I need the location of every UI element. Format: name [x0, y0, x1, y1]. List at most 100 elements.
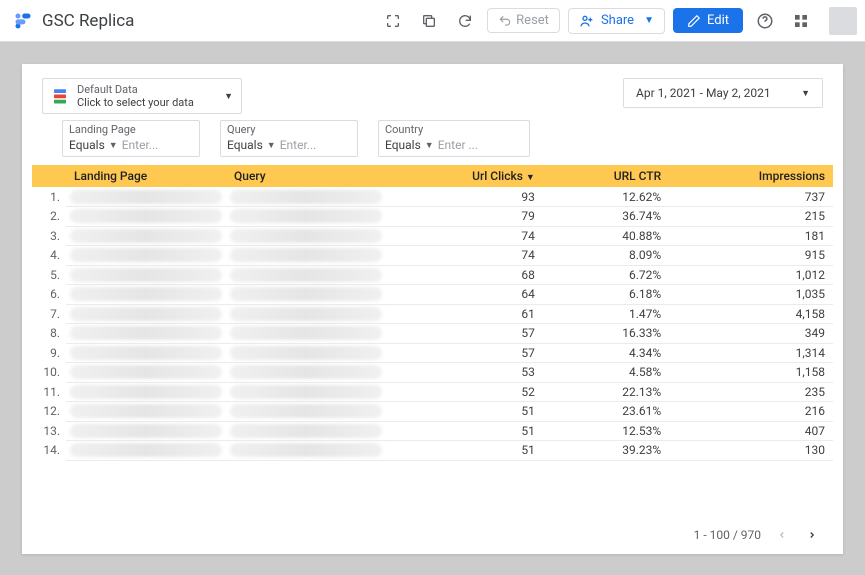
cell-impressions: 1,012: [669, 265, 833, 285]
cell-url-ctr: 6.18%: [543, 285, 669, 305]
row-index: 7.: [32, 304, 66, 324]
cell-landing-page: [66, 246, 226, 266]
edit-label: Edit: [707, 13, 729, 28]
cell-impressions: 407: [669, 421, 833, 441]
table-row[interactable]: 7.611.47%4,158: [32, 304, 833, 324]
filter-landing-page[interactable]: Landing Page Equals▼ Enter...: [62, 120, 200, 157]
row-index: 13.: [32, 421, 66, 441]
cell-url-clicks: 64: [386, 285, 543, 305]
pager-next-button[interactable]: [803, 526, 821, 544]
refresh-icon[interactable]: [451, 7, 479, 35]
table-row[interactable]: 2. 7936.74%215: [32, 207, 833, 227]
undo-icon: [498, 14, 512, 28]
table-row[interactable]: 1. 9312.62%737: [32, 187, 833, 207]
row-index: 5.: [32, 265, 66, 285]
table-row[interactable]: 4.748.09%915: [32, 246, 833, 266]
cell-impressions: 215: [669, 207, 833, 227]
filter-value-input[interactable]: Enter...: [122, 138, 193, 152]
reset-button: Reset: [487, 8, 560, 33]
row-index: 1.: [32, 187, 66, 207]
cell-url-clicks: 79: [386, 207, 543, 227]
cell-url-clicks: 57: [386, 324, 543, 344]
col-landing-page[interactable]: Landing Page: [66, 165, 226, 187]
date-range-picker[interactable]: Apr 1, 2021 - May 2, 2021 ▼: [623, 78, 823, 108]
table-row[interactable]: 12.5123.61%216: [32, 402, 833, 422]
cell-query: [226, 304, 386, 324]
table-row[interactable]: 11.5222.13%235: [32, 382, 833, 402]
cell-url-ctr: 4.34%: [543, 343, 669, 363]
table-row[interactable]: 14.5139.23%130: [32, 441, 833, 461]
cell-url-clicks: 52: [386, 382, 543, 402]
help-icon[interactable]: [751, 7, 779, 35]
share-label: Share: [601, 13, 634, 28]
table-row[interactable]: 10.534.58%1,158: [32, 363, 833, 383]
col-url-clicks[interactable]: Url Clicks▼: [386, 165, 543, 187]
share-button[interactable]: Share ▼: [568, 8, 665, 34]
cell-landing-page: [66, 441, 226, 461]
cell-landing-page: [66, 421, 226, 441]
row-index: 3.: [32, 226, 66, 246]
cell-landing-page: [66, 265, 226, 285]
cell-url-ctr: 23.61%: [543, 402, 669, 422]
chevron-down-icon: ▼: [224, 91, 233, 102]
filter-country[interactable]: Country Equals▼ Enter ...: [378, 120, 530, 157]
cell-url-ctr: 8.09%: [543, 246, 669, 266]
cell-url-ctr: 12.53%: [543, 421, 669, 441]
report-title[interactable]: GSC Replica: [42, 11, 379, 31]
col-query[interactable]: Query: [226, 165, 386, 187]
edit-button[interactable]: Edit: [673, 8, 743, 33]
sort-desc-icon: ▼: [526, 173, 535, 183]
cell-url-clicks: 74: [386, 226, 543, 246]
cell-landing-page: [66, 207, 226, 227]
cell-query: [226, 441, 386, 461]
fullscreen-icon[interactable]: [379, 7, 407, 35]
col-url-ctr[interactable]: URL CTR: [543, 165, 669, 187]
filter-label: Query: [227, 123, 351, 136]
cell-landing-page: [66, 382, 226, 402]
cell-url-clicks: 53: [386, 363, 543, 383]
report-page: Default Data Click to select your data ▼…: [22, 64, 843, 554]
share-icon: [579, 13, 595, 29]
cell-impressions: 737: [669, 187, 833, 207]
cell-url-clicks: 93: [386, 187, 543, 207]
cell-query: [226, 343, 386, 363]
cell-url-ctr: 22.13%: [543, 382, 669, 402]
report-canvas: Default Data Click to select your data ▼…: [0, 42, 865, 575]
copy-icon[interactable]: [415, 7, 443, 35]
cell-query: [226, 265, 386, 285]
cell-url-ctr: 12.62%: [543, 187, 669, 207]
row-index: 9.: [32, 343, 66, 363]
cell-impressions: 1,035: [669, 285, 833, 305]
filter-value-input[interactable]: Enter ...: [438, 138, 523, 152]
pager-text: 1 - 100 / 970: [694, 528, 761, 542]
data-selector[interactable]: Default Data Click to select your data ▼: [42, 78, 242, 114]
cell-url-ctr: 4.58%: [543, 363, 669, 383]
pager-prev-button: [773, 526, 791, 544]
cell-landing-page: [66, 304, 226, 324]
filter-value-input[interactable]: Enter...: [280, 138, 351, 152]
row-index: 2.: [32, 207, 66, 227]
cell-query: [226, 382, 386, 402]
table-row[interactable]: 5.686.72%1,012: [32, 265, 833, 285]
table-row[interactable]: 8.5716.33%349: [32, 324, 833, 344]
user-avatar[interactable]: [829, 7, 857, 35]
col-impressions[interactable]: Impressions: [669, 165, 833, 187]
cell-landing-page: [66, 187, 226, 207]
cell-url-ctr: 36.74%: [543, 207, 669, 227]
cell-url-clicks: 74: [386, 246, 543, 266]
cell-query: [226, 402, 386, 422]
cell-impressions: 1,158: [669, 363, 833, 383]
cell-query: [226, 187, 386, 207]
cell-query: [226, 324, 386, 344]
cell-url-ctr: 40.88%: [543, 226, 669, 246]
apps-icon[interactable]: [787, 7, 815, 35]
table-row[interactable]: 13.5112.53%407: [32, 421, 833, 441]
cell-url-ctr: 6.72%: [543, 265, 669, 285]
table-row[interactable]: 3.7440.88%181: [32, 226, 833, 246]
date-range-label: Apr 1, 2021 - May 2, 2021: [636, 86, 801, 100]
table-row[interactable]: 6.646.18%1,035: [32, 285, 833, 305]
filter-query[interactable]: Query Equals▼ Enter...: [220, 120, 358, 157]
chevron-down-icon: ▼: [644, 15, 654, 26]
cell-landing-page: [66, 285, 226, 305]
table-row[interactable]: 9.574.34%1,314: [32, 343, 833, 363]
